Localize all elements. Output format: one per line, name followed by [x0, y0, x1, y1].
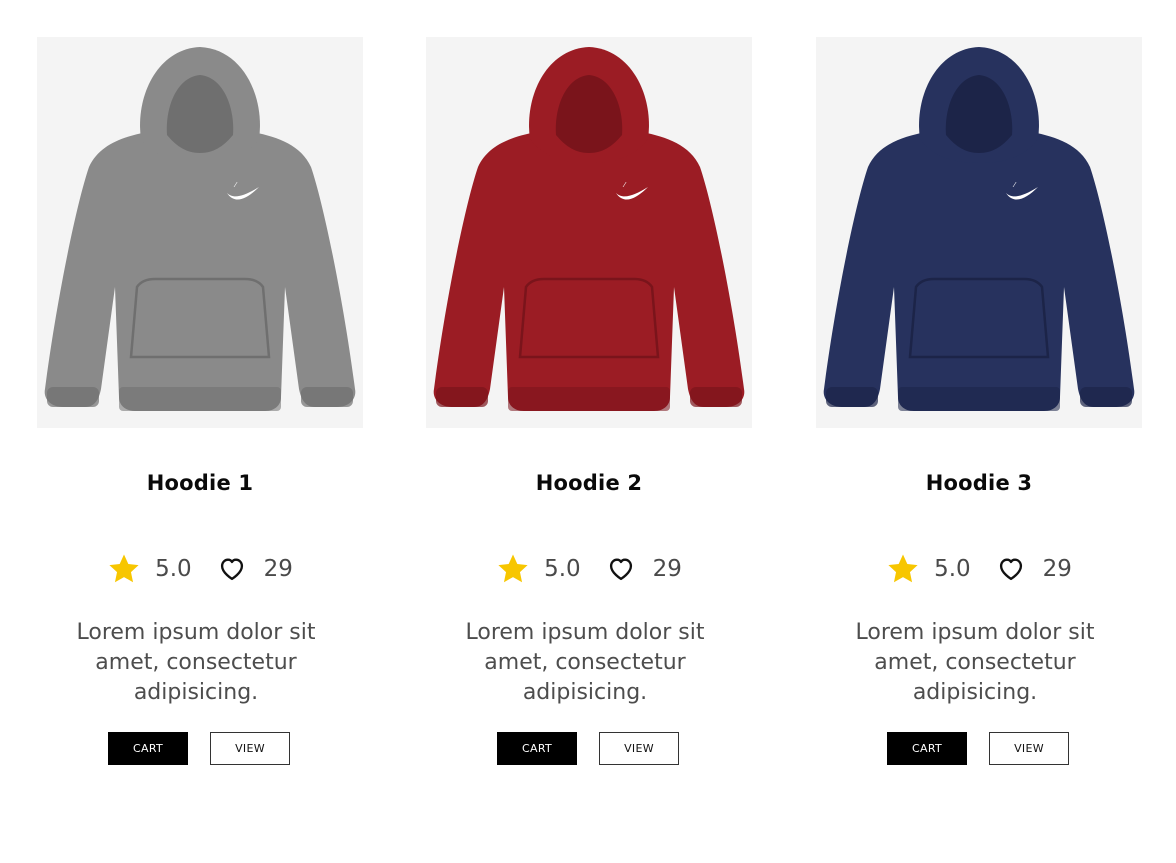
- likes-count: 29: [263, 556, 293, 582]
- product-card: ⁄ Hoodie 3 5.0 29 Lorem ipsum dolor sit …: [816, 37, 1142, 765]
- hoodie-illustration: ⁄: [816, 37, 1142, 428]
- product-description: Lorem ipsum dolor sit amet, consectetur …: [76, 620, 316, 705]
- product-actions: CART VIEW: [36, 732, 362, 765]
- product-image[interactable]: ⁄: [37, 37, 363, 428]
- rating-value: 5.0: [934, 556, 971, 582]
- hoodie-illustration: ⁄: [37, 37, 363, 428]
- view-button[interactable]: VIEW: [210, 732, 290, 765]
- product-actions: CART VIEW: [425, 732, 751, 765]
- heart-icon[interactable]: [218, 555, 246, 583]
- product-image[interactable]: ⁄: [816, 37, 1142, 428]
- rating-value: 5.0: [544, 556, 581, 582]
- likes-count: 29: [1042, 556, 1072, 582]
- heart-icon[interactable]: [607, 555, 635, 583]
- product-card: ⁄ Hoodie 2 5.0 29 Lorem ipsum dolor sit …: [426, 37, 752, 765]
- cart-button[interactable]: CART: [497, 732, 577, 765]
- star-icon: [888, 554, 918, 583]
- star-icon: [109, 554, 139, 583]
- view-button[interactable]: VIEW: [599, 732, 679, 765]
- product-stats: 5.0 29: [37, 551, 363, 587]
- product-stats: 5.0 29: [816, 551, 1142, 587]
- product-description: Lorem ipsum dolor sit amet, consectetur …: [855, 620, 1095, 705]
- cart-button[interactable]: CART: [108, 732, 188, 765]
- product-title: Hoodie 1: [146, 471, 254, 495]
- view-button[interactable]: VIEW: [989, 732, 1069, 765]
- product-actions: CART VIEW: [815, 732, 1141, 765]
- rating-value: 5.0: [155, 556, 192, 582]
- product-card: ⁄ Hoodie 1 5.0 29 Lorem ipsum dolor sit …: [37, 37, 363, 765]
- cart-button[interactable]: CART: [887, 732, 967, 765]
- product-title: Hoodie 2: [535, 471, 643, 495]
- hoodie-illustration: ⁄: [426, 37, 752, 428]
- product-image[interactable]: ⁄: [426, 37, 752, 428]
- heart-icon[interactable]: [997, 555, 1025, 583]
- star-icon: [498, 554, 528, 583]
- product-grid: ⁄ Hoodie 1 5.0 29 Lorem ipsum dolor sit …: [0, 0, 1176, 863]
- product-description: Lorem ipsum dolor sit amet, consectetur …: [465, 620, 705, 705]
- likes-count: 29: [652, 556, 682, 582]
- product-title: Hoodie 3: [925, 471, 1033, 495]
- product-stats: 5.0 29: [426, 551, 752, 587]
